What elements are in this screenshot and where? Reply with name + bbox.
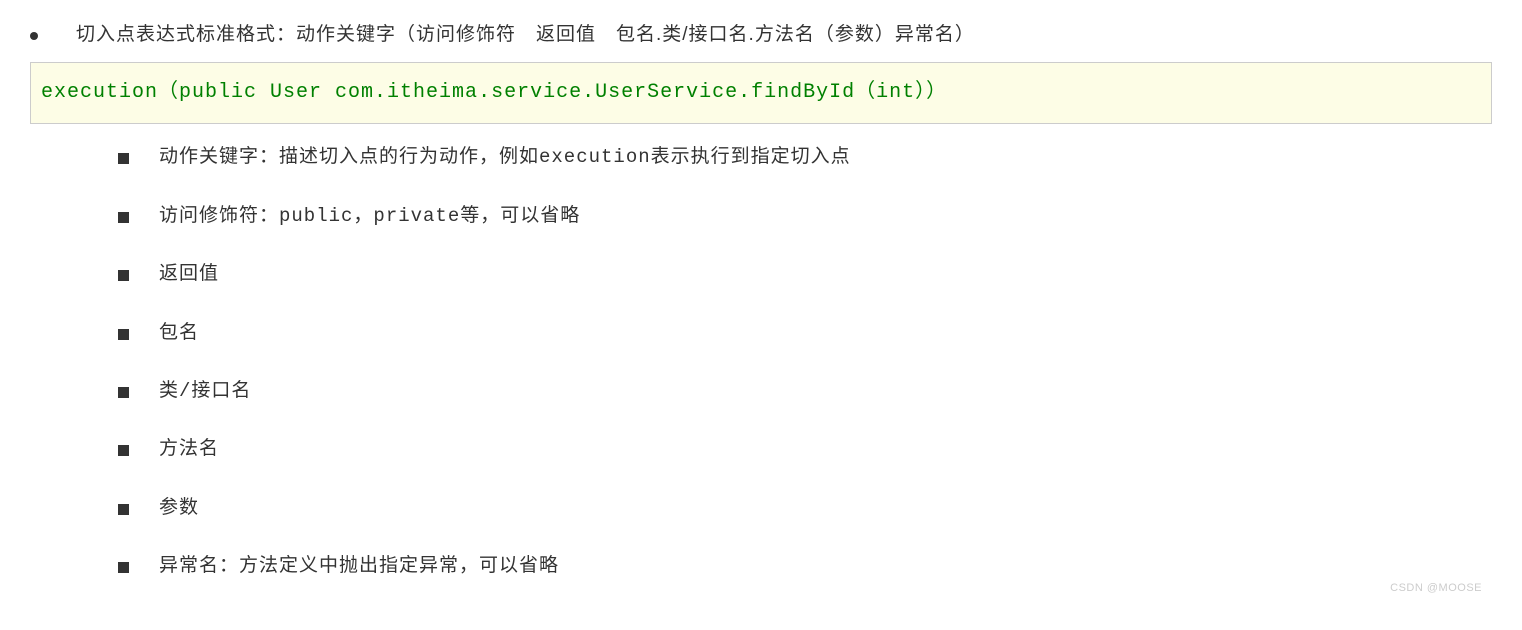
intro-item: 切入点表达式标准格式：动作关键字（访问修饰符 返回值 包名.类/接口名.方法名（… xyxy=(30,20,1492,50)
bullet-square-icon xyxy=(118,504,129,515)
watermark-text: CSDN @MOOSE xyxy=(1390,580,1482,598)
list-item: 参数 xyxy=(118,493,1492,523)
code-block: execution（public User com.itheima.servic… xyxy=(30,62,1492,124)
item-text: 包名 xyxy=(159,318,199,348)
list-item: 异常名：方法定义中抛出指定异常，可以省略 xyxy=(118,551,1492,581)
outer-list: 切入点表达式标准格式：动作关键字（访问修饰符 返回值 包名.类/接口名.方法名（… xyxy=(30,20,1492,50)
item-text: 方法名 xyxy=(159,434,219,464)
list-item: 返回值 xyxy=(118,259,1492,289)
list-item: 访问修饰符：public，private等，可以省略 xyxy=(118,201,1492,231)
bullet-square-icon xyxy=(118,445,129,456)
item-text: 参数 xyxy=(159,493,199,523)
list-item: 方法名 xyxy=(118,434,1492,464)
inner-list: 动作关键字：描述切入点的行为动作，例如execution表示执行到指定切入点 访… xyxy=(118,142,1492,581)
bullet-disc-icon xyxy=(30,32,38,40)
bullet-square-icon xyxy=(118,212,129,223)
item-text: 异常名：方法定义中抛出指定异常，可以省略 xyxy=(159,551,559,581)
bullet-square-icon xyxy=(118,387,129,398)
list-item: 包名 xyxy=(118,318,1492,348)
intro-text: 切入点表达式标准格式：动作关键字（访问修饰符 返回值 包名.类/接口名.方法名（… xyxy=(76,20,975,50)
item-text: 类/接口名 xyxy=(159,376,251,406)
bullet-square-icon xyxy=(118,329,129,340)
bullet-square-icon xyxy=(118,270,129,281)
bullet-square-icon xyxy=(118,153,129,164)
item-text: 返回值 xyxy=(159,259,219,289)
list-item: 动作关键字：描述切入点的行为动作，例如execution表示执行到指定切入点 xyxy=(118,142,1492,172)
bullet-square-icon xyxy=(118,562,129,573)
item-text: 动作关键字：描述切入点的行为动作，例如execution表示执行到指定切入点 xyxy=(159,142,851,172)
list-item: 类/接口名 xyxy=(118,376,1492,406)
item-text: 访问修饰符：public，private等，可以省略 xyxy=(159,201,580,231)
